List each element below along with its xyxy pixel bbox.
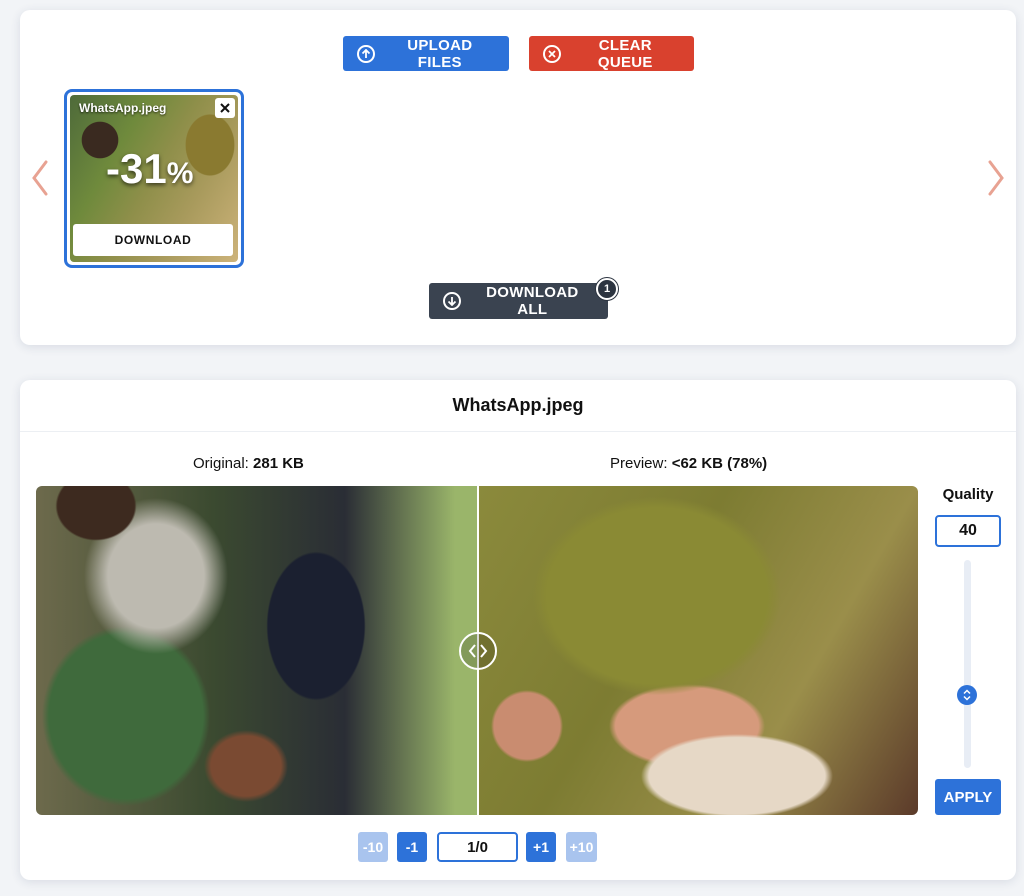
chevron-left-icon[interactable] [28, 158, 52, 198]
upload-files-label: UPLOAD FILES [407, 36, 473, 71]
original-image [36, 486, 477, 815]
apply-button[interactable]: APPLY [935, 779, 1001, 815]
upload-files-button[interactable]: UPLOAD FILES [343, 36, 509, 71]
arrow-down-circle-icon [443, 292, 461, 310]
queue-item-thumbnail[interactable]: WhatsApp.jpeg -31% DOWNLOAD [64, 89, 244, 268]
quality-label: Quality [942, 486, 994, 503]
upload-queue-panel: UPLOAD FILES CLEAR QUEUE WhatsApp.jpeg -… [20, 10, 1016, 345]
close-icon[interactable] [215, 98, 235, 118]
reduction-number: -31 [106, 145, 167, 192]
original-size-label: Original: [193, 455, 249, 472]
quality-slider-track[interactable] [964, 560, 971, 768]
thumbnail-image: WhatsApp.jpeg -31% DOWNLOAD [70, 95, 238, 262]
clear-queue-button[interactable]: CLEAR QUEUE [529, 36, 694, 71]
preview-size: Preview: <62 KB (78%) [610, 455, 767, 472]
preview-panel: WhatsApp.jpeg Original: 281 KB Preview: … [20, 380, 1016, 880]
preview-size-value: <62 KB (78%) [671, 455, 768, 472]
preview-title: WhatsApp.jpeg [20, 380, 1016, 432]
page-input[interactable] [437, 832, 518, 862]
thumbnail-filename: WhatsApp.jpeg [79, 101, 167, 115]
arrow-up-circle-icon [357, 44, 375, 63]
quality-input[interactable] [935, 515, 1001, 547]
reduction-sign: % [166, 157, 194, 190]
code-chevrons-icon[interactable] [459, 632, 497, 670]
download-all-label: DOWNLOAD ALL [486, 284, 579, 318]
download-all-button[interactable]: DOWNLOAD ALL [429, 283, 608, 319]
reduction-percent: -31% [106, 145, 193, 193]
chevron-up-down-icon[interactable] [957, 685, 977, 705]
image-comparison[interactable] [36, 486, 918, 815]
x-circle-icon [543, 44, 561, 63]
original-size-value: 281 KB [253, 455, 304, 472]
download-count-badge: 1 [596, 278, 618, 300]
thumbnail-download-button[interactable]: DOWNLOAD [73, 224, 233, 256]
preview-image [477, 486, 918, 815]
clear-queue-label: CLEAR QUEUE [597, 36, 653, 71]
step-minus-1-button[interactable]: -1 [397, 832, 427, 862]
preview-size-label: Preview: [610, 455, 668, 472]
chevron-right-icon[interactable] [984, 158, 1008, 198]
step-plus-1-button[interactable]: +1 [526, 832, 556, 862]
step-plus-10-button[interactable]: +10 [566, 832, 597, 862]
original-size: Original: 281 KB [193, 455, 304, 472]
step-minus-10-button[interactable]: -10 [358, 832, 388, 862]
